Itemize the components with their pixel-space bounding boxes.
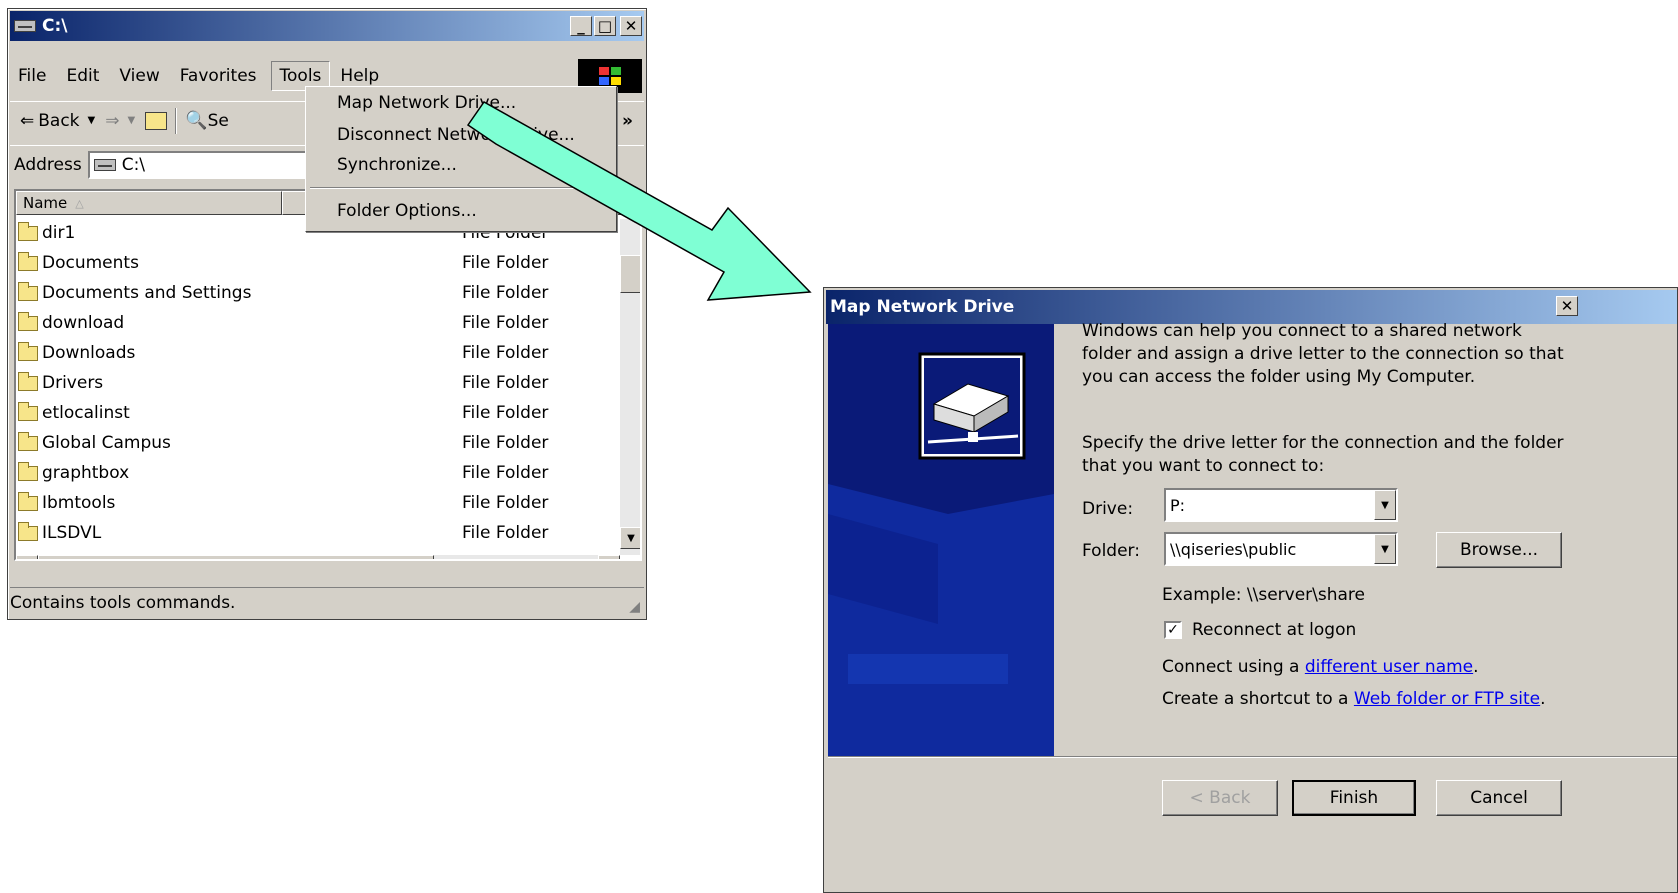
shortcut-line: Create a shortcut to a Web folder or FTP… [1162,689,1546,709]
connect-line: Connect using a different user name. [1162,657,1479,677]
folder-value: \\qiseries\public [1170,539,1297,559]
drive-value: P: [1170,495,1186,515]
dialog-title: Map Network Drive [830,297,1015,317]
reconnect-checkbox[interactable]: ✓ [1164,621,1182,639]
cancel-button[interactable]: Cancel [1436,780,1562,816]
intro-text: Windows can help you connect to a shared… [1082,321,1564,387]
back-button[interactable]: < Back [1162,780,1278,816]
dialog-close-button[interactable]: ✕ [1556,296,1578,316]
drive-label: Drive: [1082,499,1134,519]
browse-button[interactable]: Browse... [1436,532,1562,568]
specify-text: Specify the drive letter for the connect… [1082,433,1564,476]
connect-prefix: Connect using a [1162,657,1305,677]
folder-dropdown-icon[interactable]: ▼ [1374,534,1396,564]
map-network-drive-dialog: Map Network Drive ✕ Windows can help you… [823,287,1678,893]
folder-label: Folder: [1082,541,1140,561]
dialog-separator [828,756,1677,758]
drive-select[interactable]: P: ▼ [1164,488,1398,522]
dialog-titlebar[interactable]: Map Network Drive ✕ [826,290,1677,324]
drive-dropdown-icon[interactable]: ▼ [1374,490,1396,520]
wizard-side-panel [828,324,1054,756]
finish-button[interactable]: Finish [1292,780,1416,816]
web-folder-link[interactable]: Web folder or FTP site [1354,689,1540,709]
different-user-link[interactable]: different user name [1305,657,1473,677]
folder-combo[interactable]: \\qiseries\public ▼ [1164,532,1398,566]
network-drive-illustration [828,352,1054,756]
shortcut-prefix: Create a shortcut to a [1162,689,1354,709]
example-text: Example: \\server\share [1162,585,1366,605]
reconnect-label[interactable]: Reconnect at logon [1192,619,1356,642]
arrow-shape [466,101,812,301]
